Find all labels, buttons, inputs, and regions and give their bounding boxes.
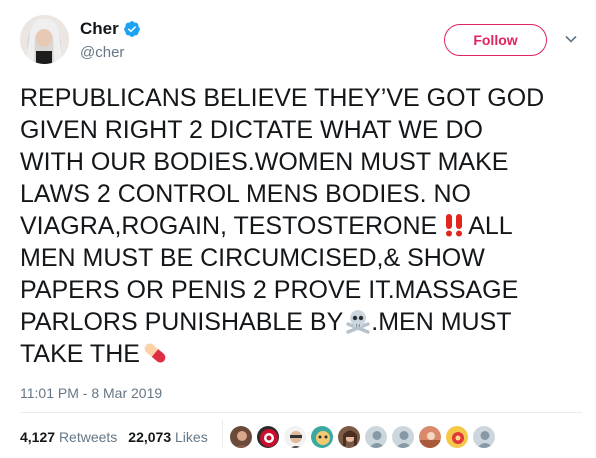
engagement-stats: 4,127 Retweets 22,073 Likes xyxy=(20,429,219,445)
liker-avatar[interactable] xyxy=(445,425,469,449)
display-name[interactable]: Cher xyxy=(80,19,119,39)
avatar[interactable] xyxy=(20,15,69,64)
likes-label: Likes xyxy=(175,429,208,445)
liker-avatar[interactable] xyxy=(418,425,442,449)
tweet-line: LAWS 2 CONTROL MENS BODIES. NO xyxy=(20,180,472,208)
liker-avatar[interactable] xyxy=(256,425,280,449)
user-identity: Cher @cher xyxy=(80,18,141,61)
tweet-line: MEN MUST BE CIRCUMCISED,& SHOW xyxy=(20,244,485,272)
liker-avatar[interactable] xyxy=(310,425,334,449)
tweet-header: Cher @cher Follow xyxy=(20,12,578,68)
tweet-timestamp[interactable]: 11:01 PM - 8 Mar 2019 xyxy=(20,385,162,401)
liker-avatar[interactable] xyxy=(229,425,253,449)
tweet-text: REPUBLICANS BELIEVE THEY’VE GOT GOD GIVE… xyxy=(20,82,580,370)
liker-avatar[interactable] xyxy=(391,425,415,449)
double-exclamation-icon xyxy=(441,212,467,238)
divider xyxy=(20,412,582,413)
retweets-count: 4,127 xyxy=(20,429,56,445)
tweet-line: WITH OUR BODIES.WOMEN MUST MAKE xyxy=(20,148,509,176)
tweet-line-with-emoji: TAKE THE xyxy=(20,338,580,370)
tweet-line-with-emoji: VIAGRA,ROGAIN, TESTOSTERONE ALL xyxy=(20,210,580,242)
liker-avatar[interactable] xyxy=(364,425,388,449)
chevron-down-icon[interactable] xyxy=(564,32,578,46)
skull-crossbones-icon xyxy=(345,308,371,334)
tweet-line-segment: ALL xyxy=(468,212,513,240)
tweet-line-segment: TAKE THE xyxy=(20,340,140,368)
tweet-line: REPUBLICANS BELIEVE THEY’VE GOT GOD xyxy=(20,84,545,112)
liker-avatar[interactable] xyxy=(472,425,496,449)
liker-avatars xyxy=(229,425,499,449)
tweet-line-with-emoji: PARLORS PUNISHABLE BY .MEN MUST xyxy=(20,306,580,338)
likes-stat[interactable]: 22,073 Likes xyxy=(128,429,207,445)
tweet-line: GIVEN RIGHT 2 DICTATE WHAT WE DO xyxy=(20,116,483,144)
likes-count: 22,073 xyxy=(128,429,172,445)
tweet-line-segment: VIAGRA,ROGAIN, TESTOSTERONE xyxy=(20,212,438,240)
liker-avatar[interactable] xyxy=(283,425,307,449)
follow-button[interactable]: Follow xyxy=(444,24,547,56)
verified-badge-icon xyxy=(123,20,141,38)
tweet-line: PAPERS OR PENIS 2 PROVE IT.MASSAGE xyxy=(20,276,519,304)
liker-avatar[interactable] xyxy=(337,425,361,449)
tweet-line-segment: .MEN MUST xyxy=(371,308,512,336)
stats-separator xyxy=(222,420,223,448)
retweets-stat[interactable]: 4,127 Retweets xyxy=(20,429,117,445)
pill-icon xyxy=(142,340,168,366)
user-handle[interactable]: @cher xyxy=(80,44,141,61)
tweet-line-segment: PARLORS PUNISHABLE BY xyxy=(20,308,344,336)
retweets-label: Retweets xyxy=(58,429,118,445)
